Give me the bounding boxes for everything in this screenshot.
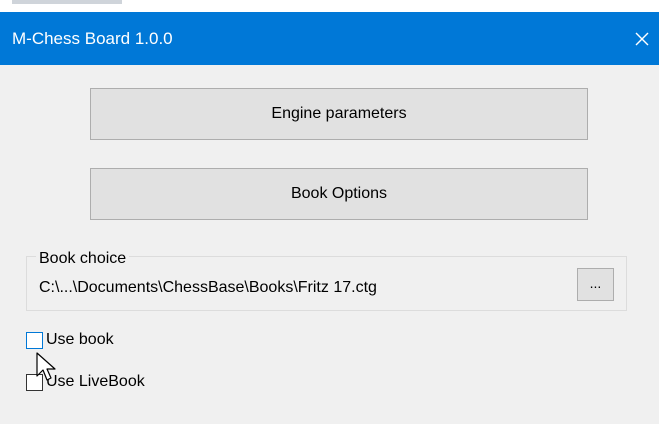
engine-parameters-button[interactable]: Engine parameters — [90, 88, 588, 140]
close-icon — [635, 32, 648, 45]
top-edge-strip — [0, 0, 659, 12]
browse-book-button[interactable]: ... — [577, 268, 614, 301]
book-options-label: Book Options — [290, 185, 388, 202]
partial-background-content — [12, 0, 122, 4]
book-options-button[interactable]: Book Options — [90, 168, 588, 220]
mouse-pointer-icon — [36, 352, 56, 381]
use-livebook-label[interactable]: Use LiveBook — [46, 373, 145, 391]
window-title: M-Chess Board 1.0.0 — [12, 29, 173, 48]
book-path-text: C:\...\Documents\ChessBase\Books\Fritz 1… — [39, 279, 377, 296]
close-button[interactable] — [624, 12, 659, 65]
use-book-checkbox[interactable] — [26, 332, 43, 349]
engine-parameters-label: Engine parameters — [271, 105, 407, 122]
settings-window: M-Chess Board 1.0.0 Engine parameters Bo… — [0, 0, 659, 424]
use-book-label[interactable]: Use book — [46, 331, 114, 349]
browse-button-label: ... — [589, 274, 602, 291]
book-choice-legend: Book choice — [36, 249, 130, 269]
